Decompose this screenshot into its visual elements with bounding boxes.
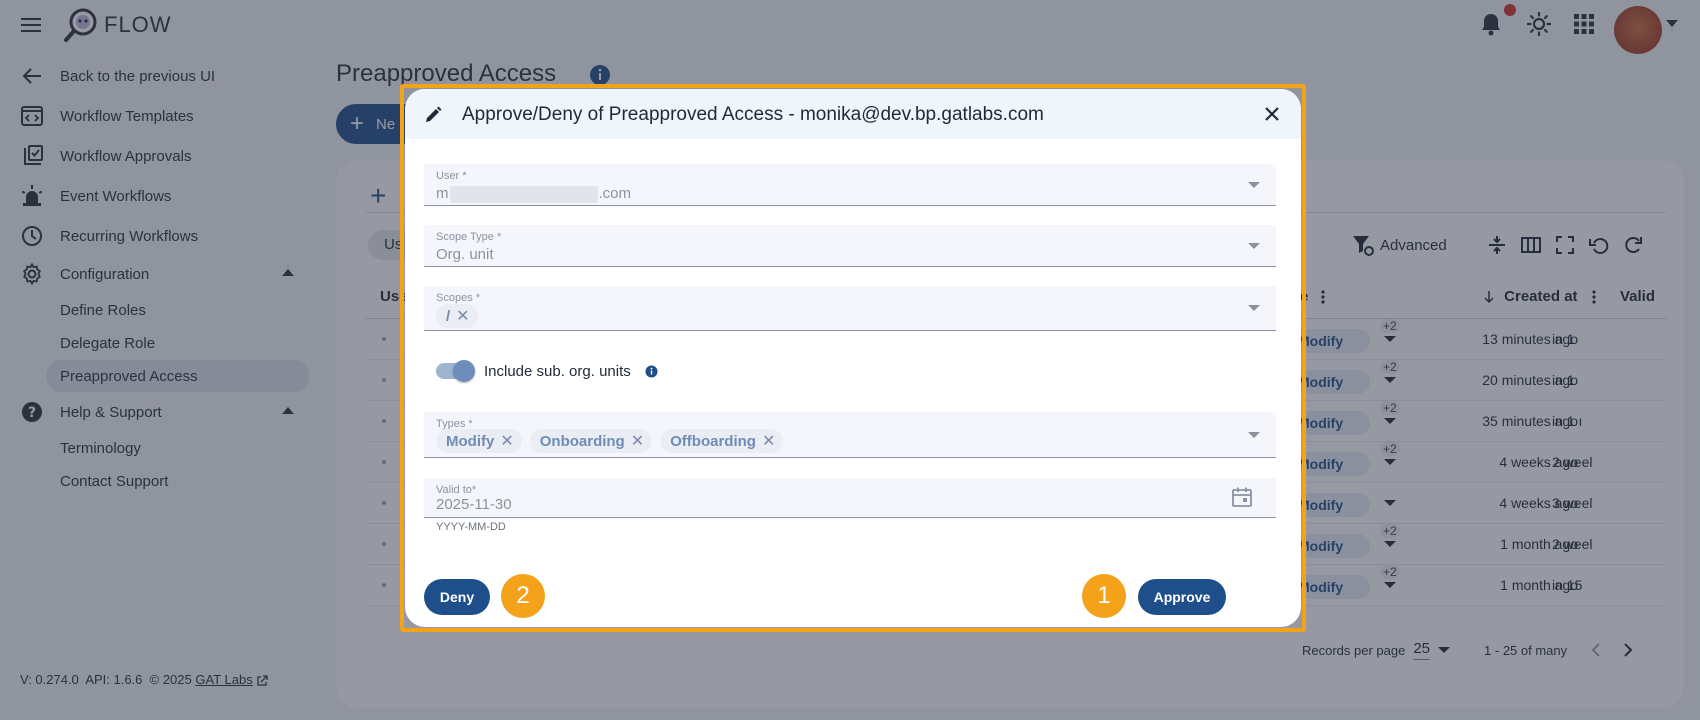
scope-type-value: Org. unit — [436, 246, 494, 263]
dialog-title: Approve/Deny of Preapproved Access - mon… — [462, 104, 1044, 125]
caret-down-icon[interactable] — [1248, 243, 1260, 250]
remove-chip-icon[interactable]: ✕ — [500, 431, 513, 451]
dialog-header: Approve/Deny of Preapproved Access - mon… — [405, 89, 1301, 139]
remove-chip-icon[interactable]: ✕ — [631, 431, 644, 451]
valid-to-value: 2025-11-30 — [436, 496, 512, 513]
scope-chip[interactable]: / ✕ — [436, 304, 478, 328]
info-icon[interactable] — [645, 365, 658, 378]
scope-type-select[interactable]: Scope Type * Org. unit — [424, 225, 1276, 267]
chip-label: Onboarding — [539, 432, 625, 450]
deny-button[interactable]: Deny — [424, 579, 490, 615]
field-label: Valid to* — [436, 484, 477, 496]
type-chip-modify[interactable]: Modify ✕ — [436, 429, 522, 453]
user-value-prefix: m — [436, 185, 449, 202]
valid-to-date-field[interactable]: Valid to* 2025-11-30 — [424, 478, 1276, 518]
chip-label: / — [446, 307, 451, 325]
step-badge-deny: 2 — [501, 574, 545, 618]
approve-button[interactable]: Approve — [1138, 579, 1226, 615]
scope-chips: / ✕ — [436, 304, 486, 328]
type-chips: Modify ✕ Onboarding ✕ Offboarding ✕ — [436, 429, 791, 453]
date-format-hint: YYYY-MM-DD — [436, 521, 506, 533]
caret-down-icon[interactable] — [1248, 432, 1260, 439]
field-label: Scopes * — [436, 292, 481, 304]
include-sub-org-units-label: Include sub. org. units — [484, 363, 631, 380]
caret-down-icon[interactable] — [1248, 182, 1260, 189]
user-select[interactable]: User * m .com — [424, 164, 1276, 206]
step-badge-approve: 1 — [1082, 574, 1126, 618]
toggle-knob — [453, 360, 475, 382]
pencil-icon — [424, 106, 442, 124]
chip-label: Modify — [446, 432, 495, 450]
chip-label: Offboarding — [670, 432, 756, 450]
calendar-icon[interactable] — [1232, 487, 1252, 507]
remove-chip-icon[interactable]: ✕ — [762, 431, 775, 451]
remove-chip-icon[interactable]: ✕ — [456, 306, 469, 326]
types-select[interactable]: Types * Modify ✕ Onboarding ✕ Offboarding ✕ — [424, 412, 1276, 458]
user-value-suffix: .com — [598, 185, 632, 202]
scopes-select[interactable]: Scopes * / ✕ — [424, 286, 1276, 331]
type-chip-onboarding[interactable]: Onboarding ✕ — [529, 429, 653, 453]
user-value: m .com — [436, 185, 631, 203]
redacted-text — [449, 185, 598, 203]
caret-down-icon[interactable] — [1248, 305, 1260, 312]
type-chip-offboarding[interactable]: Offboarding ✕ — [660, 429, 784, 453]
include-sub-org-units-toggle[interactable] — [436, 360, 475, 382]
field-label: Scope Type * — [436, 231, 502, 243]
field-label: User * — [436, 170, 467, 182]
approve-deny-dialog: Approve/Deny of Preapproved Access - mon… — [405, 89, 1301, 627]
close-icon[interactable] — [1264, 106, 1280, 122]
